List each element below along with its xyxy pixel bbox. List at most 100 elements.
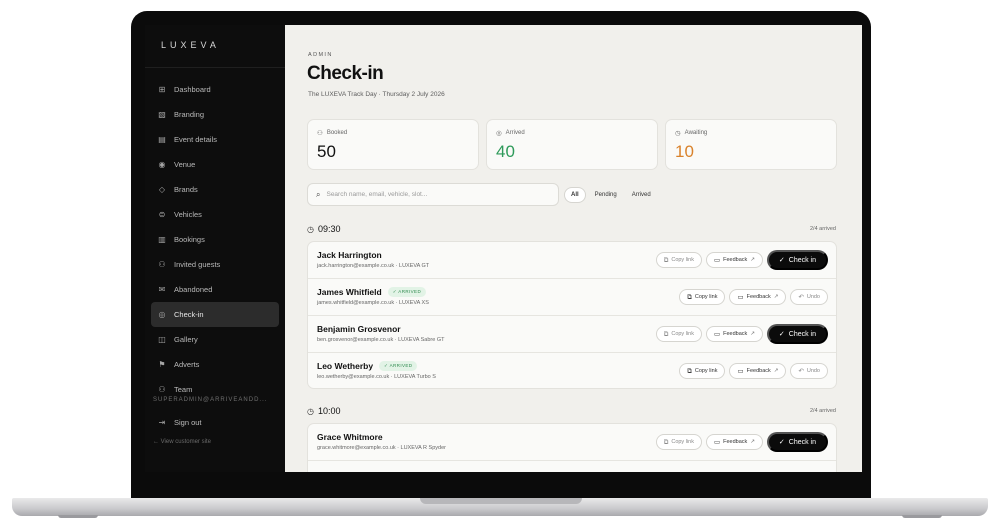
check-circle-icon: ◎ xyxy=(158,310,166,319)
sidebar-item-dashboard[interactable]: ⊞ Dashboard xyxy=(151,77,279,102)
sidebar-item-label: Branding xyxy=(174,110,205,119)
sidebar-item-label: Abandoned xyxy=(174,285,213,294)
sidebar-item-abandoned[interactable]: ✉ Abandoned xyxy=(151,277,279,302)
undo-button[interactable]: ↶ Undo xyxy=(790,289,828,305)
message-icon: ▭ xyxy=(713,256,721,264)
sidebar-item-venue[interactable]: ◉ Venue xyxy=(151,152,279,177)
feedback-button[interactable]: ▭ Feedback ↗ xyxy=(705,326,763,342)
time-slot: ◷ 10:00 xyxy=(307,406,341,416)
time-group-header: ◷ 09:30 2/4 arrived xyxy=(307,222,836,236)
external-link-icon: ↗ xyxy=(750,331,755,337)
clipboard-icon: ▥ xyxy=(158,235,166,244)
row-actions: ⧉ Copy link ▭ Feedback ↗ ✓ Check in xyxy=(655,250,828,270)
stat-card-arrived: ◎ Arrived 40 xyxy=(486,119,658,170)
filter-all[interactable]: All xyxy=(564,187,586,203)
row-actions: ⧉ Copy link ▭ Feedback ↗ ✓ Check in xyxy=(655,432,828,452)
check-in-button[interactable]: ✓ Check in xyxy=(766,432,828,452)
sidebar-item-adverts[interactable]: ⚑ Adverts xyxy=(151,352,279,377)
time-group-header: ◷ 10:00 2/4 arrived xyxy=(307,404,836,418)
guest-details: grace.whitmore@example.co.uk · LUXEVA R … xyxy=(317,445,446,451)
screen: LUXEVA ⊞ Dashboard ▧ Branding ▤ Event detai… xyxy=(145,25,862,472)
superadmin-email: SUPERADMIN@ARRIVEANDD... xyxy=(153,397,268,403)
users-icon: ⚇ xyxy=(317,129,323,137)
sidebar-footer: SUPERADMIN@ARRIVEANDD... ⇥ Sign out ← Vie… xyxy=(145,397,285,445)
megaphone-icon: ⚑ xyxy=(158,360,166,369)
guest-name: Benjamin Grosvenor xyxy=(317,324,401,334)
arrived-badge: ✓ ARRIVED xyxy=(379,361,418,371)
check-in-button[interactable]: ✓ Check in xyxy=(766,250,828,270)
guest-details: jack.harrington@example.co.uk · LUXEVA G… xyxy=(317,263,430,269)
feedback-button[interactable]: ▭ Feedback ↗ xyxy=(729,363,787,379)
sign-out-icon: ⇥ xyxy=(158,417,166,427)
message-icon: ▭ xyxy=(737,293,744,301)
sidebar-item-vehicles[interactable]: ⊜ Vehicles xyxy=(151,202,279,227)
sidebar-item-label: Dashboard xyxy=(174,85,211,94)
sidebar-nav: ⊞ Dashboard ▧ Branding ▤ Event details ◉ Ven… xyxy=(145,77,285,402)
copy-link-button[interactable]: ⧉ Copy link xyxy=(679,363,726,379)
check-icon: ✓ xyxy=(778,256,785,264)
sidebar-item-invited-guests[interactable]: ⚇ Invited guests xyxy=(151,252,279,277)
copy-icon: ⧉ xyxy=(663,329,669,338)
stat-value-arrived: 40 xyxy=(496,142,515,161)
clock-icon: ◷ xyxy=(307,224,314,234)
stat-value-awaiting: 10 xyxy=(675,142,694,161)
check-in-button[interactable]: ✓ Check in xyxy=(766,324,828,344)
sidebar-item-event-details[interactable]: ▤ Event details xyxy=(151,127,279,152)
stat-label: ⚇ Booked xyxy=(317,129,348,137)
copy-icon: ⧉ xyxy=(687,292,692,301)
sidebar-item-label: Venue xyxy=(174,160,196,169)
view-customer-site-link[interactable]: ← View customer site xyxy=(145,439,285,445)
arrived-count: 2/4 arrived xyxy=(810,408,836,414)
sidebar-item-branding[interactable]: ▧ Branding xyxy=(151,102,279,127)
users-icon: ⚇ xyxy=(158,385,166,394)
undo-button[interactable]: ↶ Undo xyxy=(790,363,828,379)
laptop-foot xyxy=(902,515,942,518)
page-title: Check-in xyxy=(307,63,384,84)
sign-out-label: Sign out xyxy=(174,417,202,427)
brand-logo[interactable]: LUXEVA xyxy=(161,40,220,50)
laptop-frame: LUXEVA ⊞ Dashboard ▧ Branding ▤ Event detai… xyxy=(0,0,1000,527)
sidebar-item-bookings[interactable]: ▥ Bookings xyxy=(151,227,279,252)
table-row: Leo Wetherby ✓ ARRIVED leo.wetherby@examp… xyxy=(308,353,836,388)
page-subtitle: The LUXEVA Track Day · Thursday 2 July 2… xyxy=(308,91,445,98)
arrived-badge: ✓ ARRIVED xyxy=(387,287,427,297)
sidebar-item-check-in[interactable]: ◎ Check-in xyxy=(151,302,279,327)
stat-value-booked: 50 xyxy=(317,142,336,161)
divider xyxy=(145,67,285,68)
sidebar-item-label: Team xyxy=(174,385,193,394)
feedback-button[interactable]: ▭ Feedback ↗ xyxy=(729,289,787,305)
guest-name: Jack Harrington xyxy=(317,250,382,260)
feedback-button[interactable]: ▭ Feedback ↗ xyxy=(705,434,763,450)
sidebar-item-label: Event details xyxy=(174,135,217,144)
stat-label: ◷ Awaiting xyxy=(675,129,708,137)
sidebar-item-label: Brands xyxy=(174,185,198,194)
undo-icon: ↶ xyxy=(798,367,804,375)
feedback-button[interactable]: ▭ Feedback ↗ xyxy=(705,252,763,268)
sidebar-item-gallery[interactable]: ◫ Gallery xyxy=(151,327,279,352)
calendar-icon: ▤ xyxy=(158,135,166,144)
copy-link-button[interactable]: ⧉ Copy link xyxy=(655,434,702,450)
copy-link-button[interactable]: ⧉ Copy link xyxy=(655,252,702,268)
sidebar: LUXEVA ⊞ Dashboard ▧ Branding ▤ Event detai… xyxy=(145,25,285,472)
guest-name: Grace Whitmore xyxy=(317,432,383,442)
sidebar-item-brands[interactable]: ◇ Brands xyxy=(151,177,279,202)
clock-icon: ◷ xyxy=(307,406,314,416)
message-icon: ▭ xyxy=(737,367,744,375)
row-actions: ⧉ Copy link ▭ Feedback ↗ ↶ Undo xyxy=(679,361,828,381)
search-input[interactable] xyxy=(326,191,547,198)
sign-out-button[interactable]: ⇥ Sign out xyxy=(151,411,279,433)
copy-link-button[interactable]: ⧉ Copy link xyxy=(655,326,702,342)
copy-icon: ⧉ xyxy=(663,437,669,446)
filter-arrived[interactable]: Arrived xyxy=(626,188,657,202)
external-link-icon: ↗ xyxy=(750,257,755,263)
guest-details: leo.wetherby@example.co.uk · LUXEVA Turb… xyxy=(317,374,436,380)
filter-pending[interactable]: Pending xyxy=(589,188,623,202)
main-content: ADMIN Check-in The LUXEVA Track Day · Th… xyxy=(285,25,862,472)
camera-icon: ◫ xyxy=(158,335,166,344)
check-circle-icon: ◎ xyxy=(496,129,502,137)
table-row xyxy=(308,461,836,472)
sidebar-item-label: Invited guests xyxy=(174,260,221,269)
table-row: Benjamin Grosvenor ben.grosvenor@example… xyxy=(308,316,836,353)
copy-link-button[interactable]: ⧉ Copy link xyxy=(679,289,726,305)
arrived-count: 2/4 arrived xyxy=(810,226,836,232)
